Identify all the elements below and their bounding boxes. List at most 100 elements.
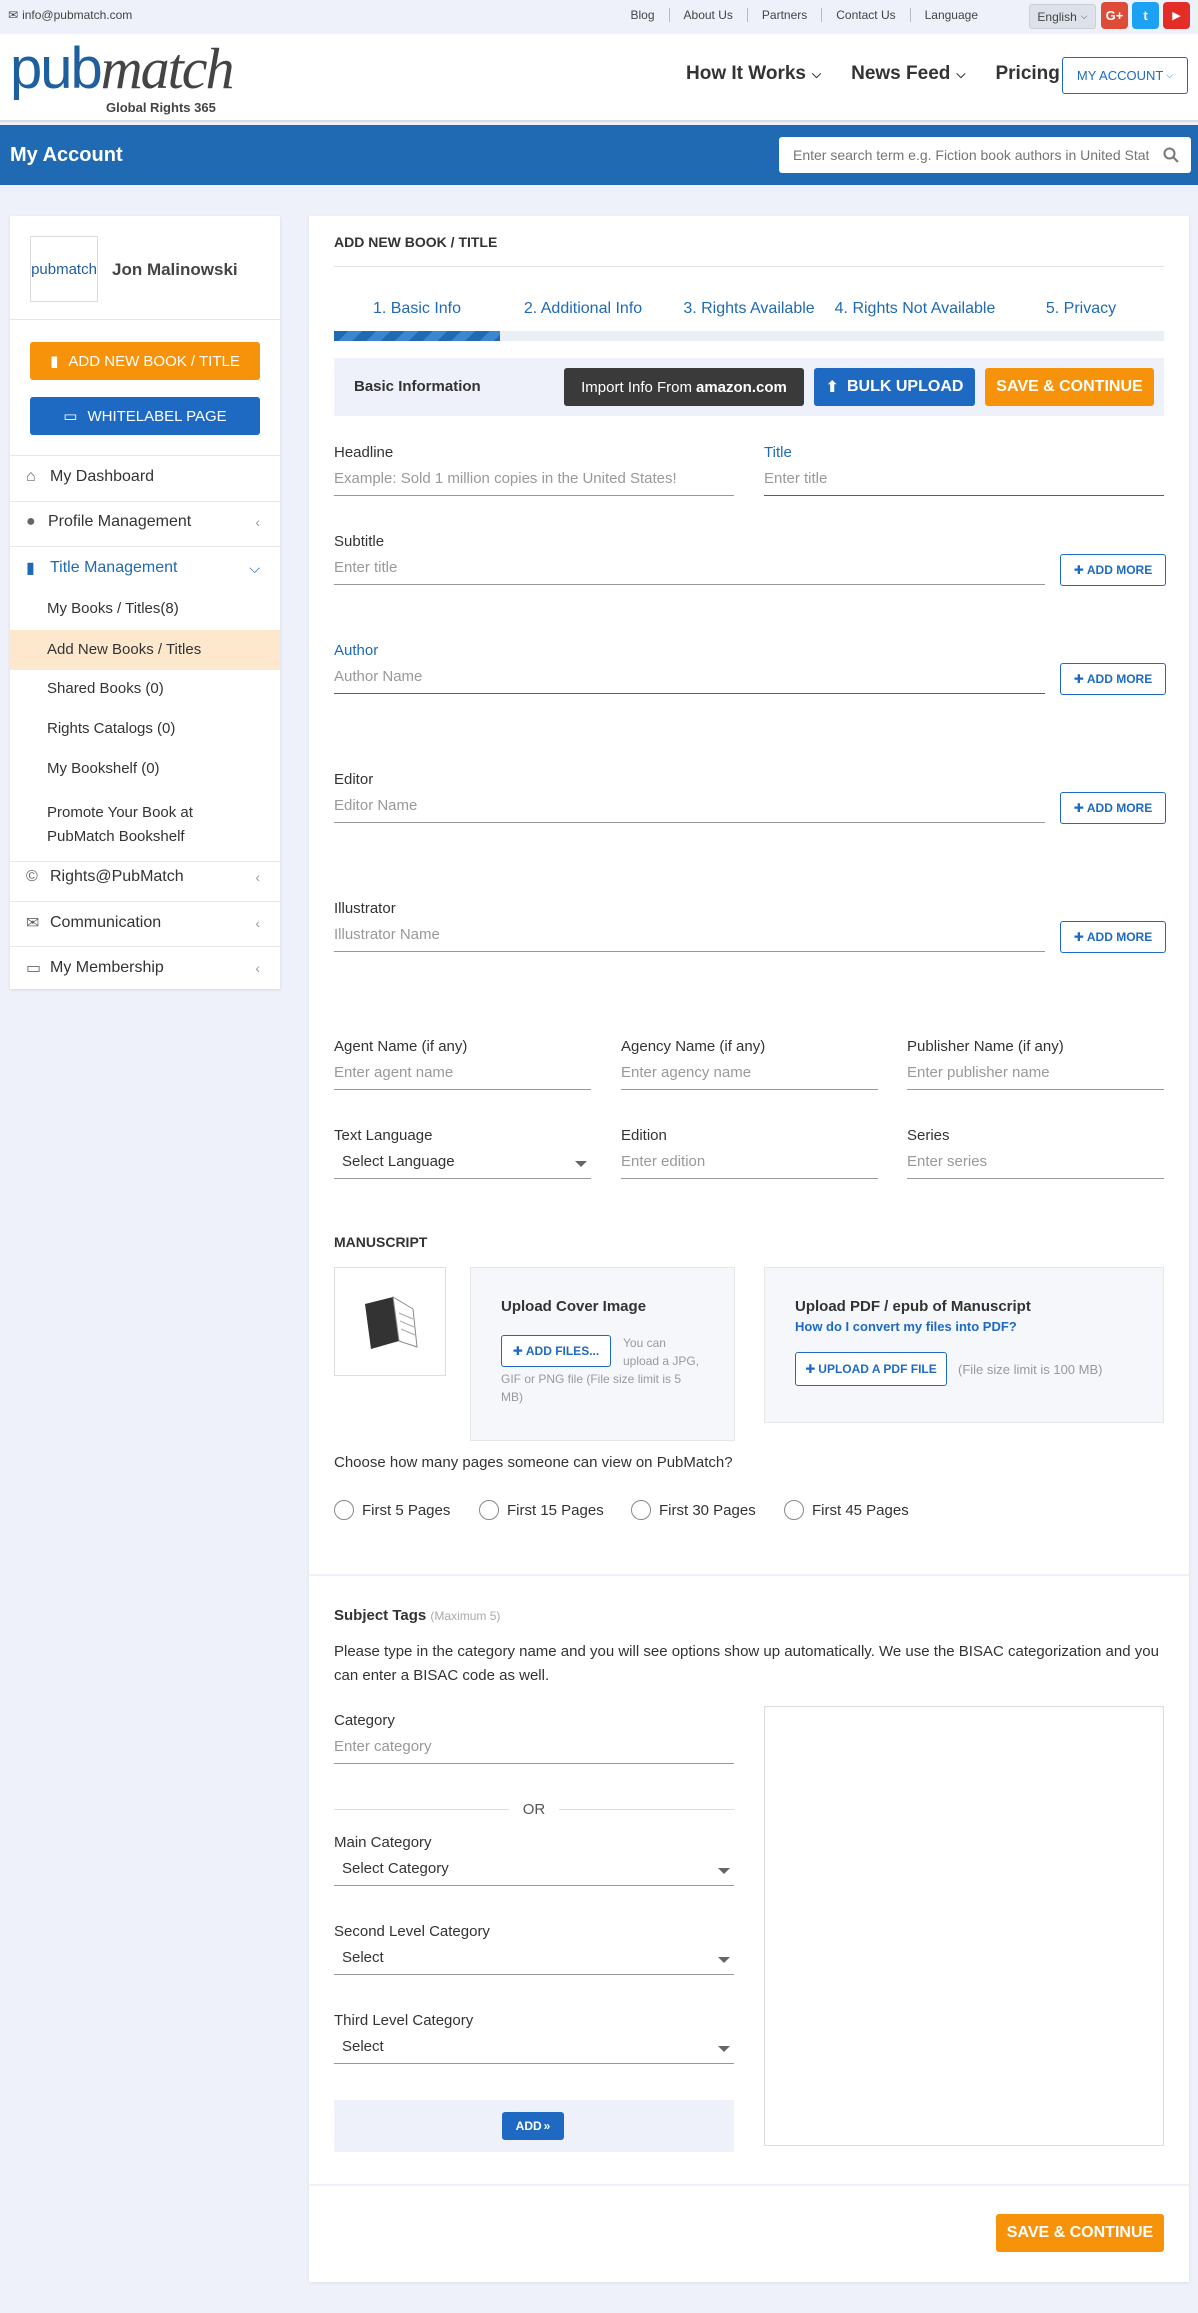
sidebar-item-communication[interactable]: ✉ Communication ‹ [10,913,280,933]
subject-tags-heading: Subject Tags (Maximum 5) [334,1607,501,1624]
plus-icon: ✚ [512,1344,523,1358]
author-input[interactable]: Author Name [334,668,1045,694]
add-new-book-button[interactable]: ▮ ADD NEW BOOK / TITLE [30,342,260,380]
subtitle-label: Subtitle [334,533,385,550]
nav-news-feed[interactable]: News Feed ⌵ [851,63,965,85]
cover-upload-panel: Upload Cover Image ✚ ADD FILES... You can… [470,1267,735,1441]
tab-basic-info[interactable]: 1. Basic Info [334,300,500,318]
credit-card-icon: ▭ [26,960,42,977]
language-label: Text Language [334,1127,433,1144]
footer-save-continue-button[interactable]: SAVE & CONTINUE [996,2214,1164,2252]
twitter-icon[interactable]: t [1132,2,1159,29]
contact-us-link[interactable]: Contact Us [822,8,911,22]
site-header: pubmatch Global Rights 365 How It Works ⌵… [0,34,1198,122]
illustrator-input[interactable]: Illustrator Name [334,926,1045,952]
radio-first-45[interactable]: First 45 Pages [784,1500,909,1520]
amazon-logo: amazon.com [696,378,787,396]
add-more-subtitle-button[interactable]: ✚ ADD MORE [1060,554,1166,586]
headline-input[interactable]: Example: Sold 1 million copies in the Un… [334,470,734,496]
my-account-button[interactable]: MY ACCOUNT ⌵ [1062,57,1188,94]
radio-circle-icon [479,1500,499,1520]
main-category-select[interactable]: Select Category [334,1860,734,1886]
editor-input[interactable]: Editor Name [334,797,1045,823]
search-icon[interactable] [1163,147,1179,163]
copyright-icon: © [26,868,38,885]
page-title: My Account [10,144,123,166]
third-category-select[interactable]: Select [334,2038,734,2064]
book-icon: ▮ [26,560,35,577]
chevron-left-icon: ‹ [255,960,260,976]
about-us-link[interactable]: About Us [670,8,748,22]
bulk-upload-button[interactable]: ⬆ BULK UPLOAD [814,368,975,406]
nav-pricing[interactable]: Pricing [995,63,1059,85]
plus-icon: ✚ [1073,672,1084,686]
agency-input[interactable]: Enter agency name [621,1064,878,1090]
radio-first-5[interactable]: First 5 Pages [334,1500,450,1520]
add-more-illustrator-button[interactable]: ✚ ADD MORE [1060,921,1166,953]
sidebar-item-membership[interactable]: ▭ My Membership ‹ [10,958,280,978]
tab-rights-available[interactable]: 3. Rights Available [666,300,832,318]
upload-icon: ⬆ [825,379,839,396]
subtitle-input[interactable]: Enter title [334,559,1045,585]
title-label: Title [764,444,792,461]
partners-link[interactable]: Partners [748,8,823,22]
upload-pdf-button[interactable]: ✚ UPLOAD A PDF FILE [795,1352,947,1386]
sidebar-sub-add-new[interactable]: Add New Books / Titles [10,630,280,670]
add-files-button[interactable]: ✚ ADD FILES... [501,1335,611,1367]
home-icon: ⌂ [26,468,36,485]
title-input[interactable]: Enter title [764,470,1164,496]
author-label: Author [334,642,379,659]
avatar[interactable]: pubmatch [30,236,98,302]
tab-additional-info[interactable]: 2. Additional Info [500,300,666,318]
sidebar-sub-catalogs[interactable]: Rights Catalogs (0) [10,720,280,737]
whitelabel-page-button[interactable]: ▭ WHITELABEL PAGE [30,397,260,435]
series-input[interactable]: Enter series [907,1153,1164,1179]
tab-rights-not-available[interactable]: 4. Rights Not Available [832,300,998,318]
radio-circle-icon [334,1500,354,1520]
chevron-down-icon: ⌵ [1080,11,1088,21]
chevron-left-icon: ‹ [255,514,260,530]
category-input[interactable]: Enter category [334,1738,734,1764]
language-select[interactable]: Select Language [334,1153,591,1179]
envelope-icon: ✉ [26,915,40,932]
sidebar-item-title-management[interactable]: ▮ Title Management ⌵ [10,558,280,578]
agent-input[interactable]: Enter agent name [334,1064,591,1090]
youtube-icon[interactable]: ▶ [1163,2,1190,29]
sidebar-sub-shared[interactable]: Shared Books (0) [10,680,280,697]
google-plus-icon[interactable]: G+ [1101,2,1128,29]
plus-icon: ✚ [805,1362,816,1376]
sidebar-sub-my-books[interactable]: My Books / Titles(8) [10,600,280,617]
add-more-editor-button[interactable]: ✚ ADD MORE [1060,792,1166,824]
agent-label: Agent Name (if any) [334,1038,468,1055]
caret-down-icon [718,2046,730,2052]
language-dropdown[interactable]: English ⌵ [1029,4,1096,29]
convert-pdf-link[interactable]: How do I convert my files into PDF? [795,1319,1017,1334]
profile-card: pubmatch Jon Malinowski [10,216,280,320]
blog-link[interactable]: Blog [617,8,670,22]
second-category-select[interactable]: Select [334,1949,734,1975]
sidebar-item-rights[interactable]: © Rights@PubMatch ‹ [10,868,280,886]
search-input[interactable] [779,137,1149,173]
plus-icon: ✚ [1073,930,1084,944]
add-category-button[interactable]: ADD» [502,2112,564,2140]
main-panel: ADD NEW BOOK / TITLE 1. Basic Info 2. Ad… [309,216,1189,2282]
email-link[interactable]: ✉ info@pubmatch.com [8,8,132,22]
laptop-icon: ▭ [63,408,78,425]
nav-how-it-works[interactable]: How It Works ⌵ [686,63,821,85]
edition-input[interactable]: Enter edition [621,1153,878,1179]
import-amazon-button[interactable]: Import Info From amazon.com [564,368,804,406]
tab-privacy[interactable]: 5. Privacy [998,300,1164,318]
plus-icon: ✚ [1073,801,1084,815]
save-continue-button[interactable]: SAVE & CONTINUE [985,368,1154,406]
sidebar-sub-promote[interactable]: Promote Your Book at PubMatch Bookshelf [10,801,280,849]
add-more-author-button[interactable]: ✚ ADD MORE [1060,663,1166,695]
radio-first-30[interactable]: First 30 Pages [631,1500,756,1520]
pubmatch-logo[interactable]: pubmatch Global Rights 365 [10,40,235,116]
sidebar-sub-bookshelf[interactable]: My Bookshelf (0) [10,760,280,777]
sidebar-item-dashboard[interactable]: ⌂ My Dashboard [10,468,280,486]
sidebar-item-profile[interactable]: ● Profile Management ‹ [10,513,280,531]
plus-icon: ✚ [1073,563,1084,577]
radio-circle-icon [784,1500,804,1520]
radio-first-15[interactable]: First 15 Pages [479,1500,604,1520]
publisher-input[interactable]: Enter publisher name [907,1064,1164,1090]
